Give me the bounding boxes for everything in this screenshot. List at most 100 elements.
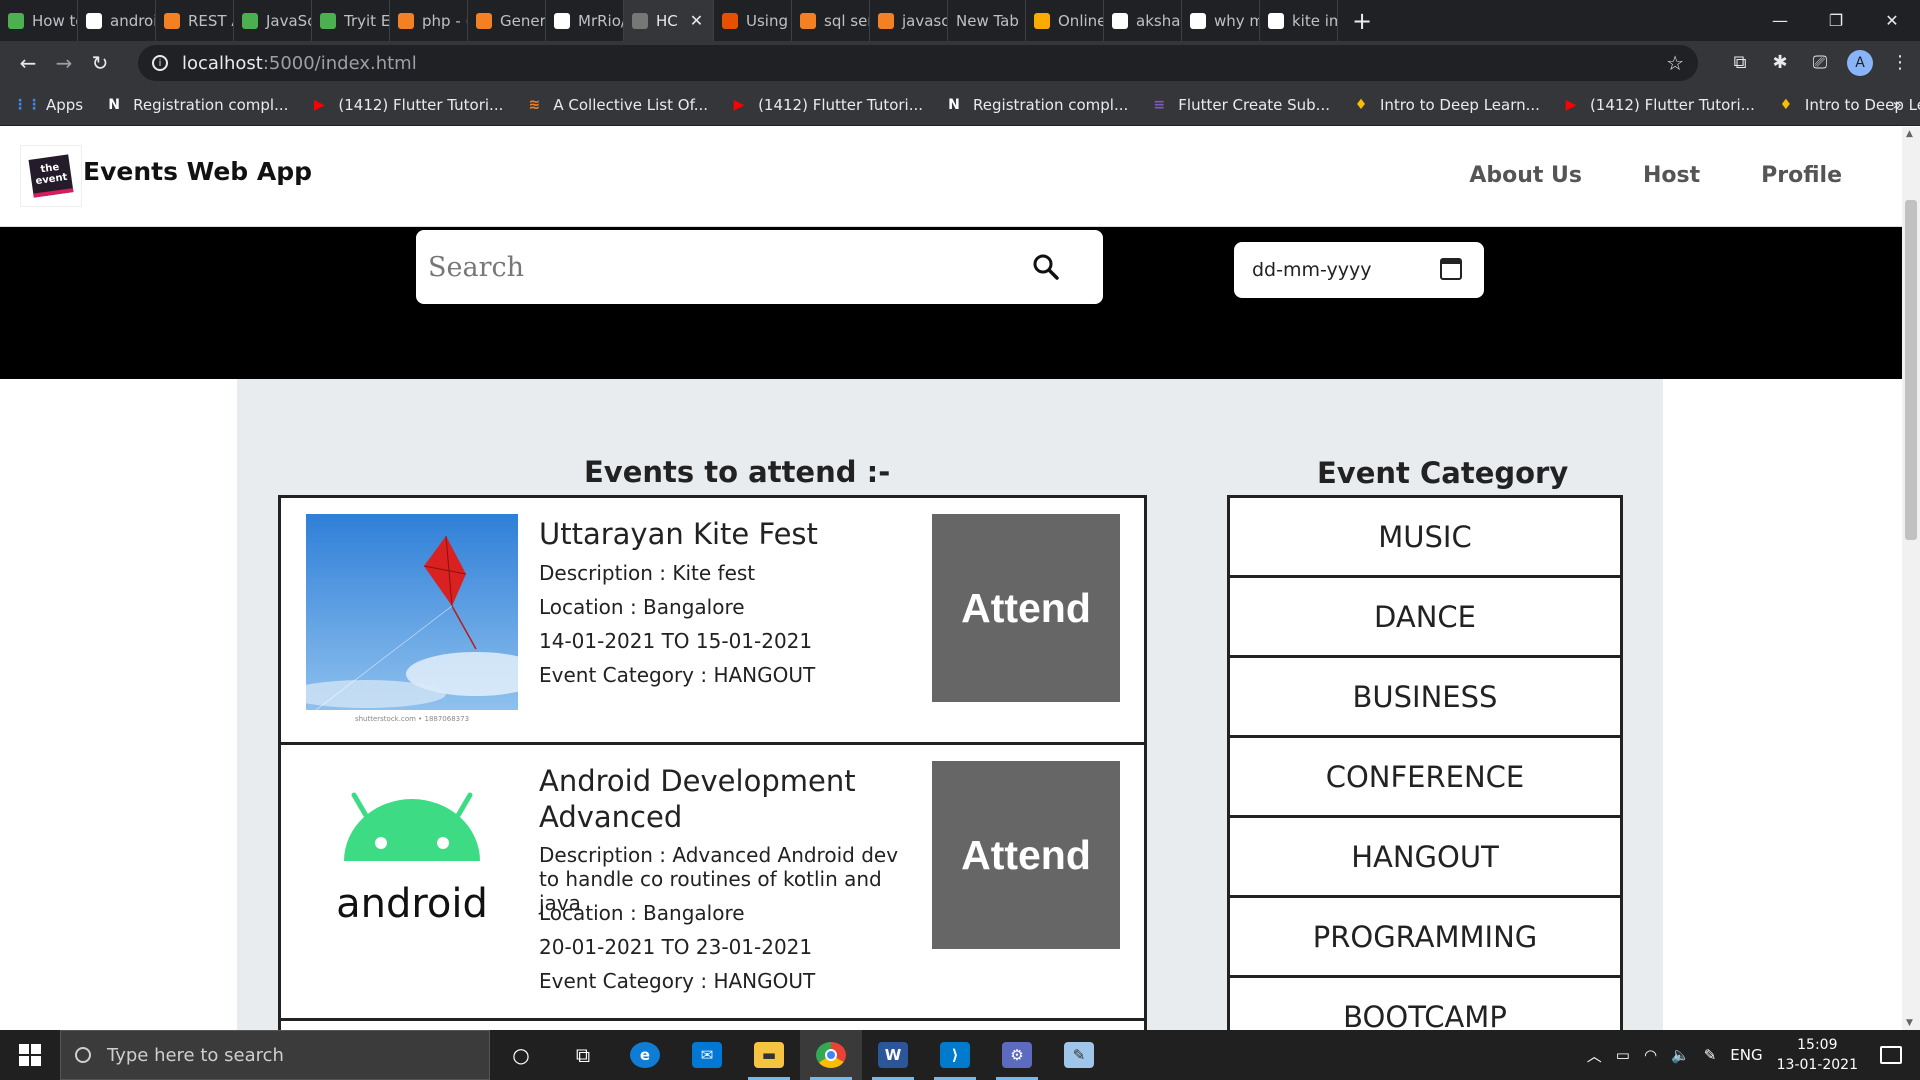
event-description: Description : Kite fest <box>539 561 756 585</box>
wifi-icon[interactable]: ◠ <box>1644 1046 1657 1064</box>
notepad-icon[interactable]: ✎ <box>1048 1030 1110 1080</box>
vscode-icon[interactable]: ⟩ <box>924 1030 986 1080</box>
battery-icon[interactable]: ▭ <box>1616 1046 1630 1064</box>
search-icon[interactable] <box>1031 252 1061 282</box>
browser-tab[interactable]: Online <box>1026 0 1104 41</box>
bookmark-item[interactable]: ▶ (1412) Flutter Tutori... <box>730 96 923 114</box>
browser-tab[interactable]: Genera <box>468 0 546 41</box>
tab-favicon-icon <box>878 12 894 29</box>
close-tab-icon[interactable]: ✕ <box>690 11 703 30</box>
category-dance[interactable]: DANCE <box>1230 578 1620 658</box>
word-icon[interactable]: W <box>862 1030 924 1080</box>
back-icon[interactable]: ← <box>10 51 46 75</box>
bookmark-item[interactable]: N Registration compl... <box>105 96 288 114</box>
tab-favicon-icon <box>632 12 648 29</box>
event-dates: 20-01-2021 TO 23-01-2021 <box>539 935 813 959</box>
event-dates: 14-01-2021 TO 15-01-2021 <box>539 629 813 653</box>
bookmark-label: Intro to Deep Learn... <box>1380 95 1540 114</box>
browser-tab[interactable]: MrRio/ <box>546 0 624 41</box>
site-logo[interactable]: the event <box>20 145 82 207</box>
taskbar-search[interactable]: Type here to search <box>60 1030 490 1080</box>
date-input[interactable]: dd-mm-yyyy <box>1234 242 1484 298</box>
category-list: MUSIC DANCE BUSINESS CONFERENCE HANGOUT … <box>1227 495 1623 1030</box>
category-business[interactable]: BUSINESS <box>1230 658 1620 738</box>
screenshot-icon[interactable]: ⧉ <box>1720 52 1760 73</box>
category-music[interactable]: MUSIC <box>1230 498 1620 578</box>
language-indicator[interactable]: ENG <box>1730 1046 1762 1064</box>
site-info-icon[interactable]: i <box>152 55 168 71</box>
new-tab-button[interactable]: + <box>1338 0 1386 41</box>
tab-favicon-icon <box>164 12 180 29</box>
close-window-icon[interactable]: ✕ <box>1864 0 1920 41</box>
browser-tab[interactable]: kite im <box>1260 0 1338 41</box>
browser-tab[interactable]: php - ( <box>390 0 468 41</box>
page-scrollbar[interactable]: ▲ ▼ <box>1902 127 1920 1030</box>
url-host: localhost <box>182 52 263 74</box>
volume-icon[interactable]: 🔈 <box>1671 1046 1690 1064</box>
bookmark-item[interactable]: ≋ A Collective List Of... <box>525 96 708 114</box>
bookmark-item[interactable]: ♦ Intro to Deep Learn... <box>1352 96 1540 114</box>
bookmark-item[interactable]: ▶ (1412) Flutter Tutori... <box>310 96 503 114</box>
brand-title[interactable]: Events Web App <box>83 157 312 186</box>
browser-tab[interactable]: Tryit Ec <box>312 0 390 41</box>
bookmark-item[interactable]: ▶ (1412) Flutter Tutori... <box>1562 96 1755 114</box>
browser-tab[interactable]: JavaSc <box>234 0 312 41</box>
restore-icon[interactable]: ❐ <box>1808 0 1864 41</box>
nav-host[interactable]: Host <box>1643 163 1700 188</box>
forward-icon[interactable]: → <box>46 51 82 75</box>
notifications-icon[interactable] <box>1880 1046 1902 1064</box>
category-conference[interactable]: CONFERENCE <box>1230 738 1620 818</box>
browser-tab[interactable]: why m <box>1182 0 1260 41</box>
cast-icon[interactable]: ⎚ <box>1800 52 1840 73</box>
category-bootcamp[interactable]: BOOTCAMP <box>1230 978 1620 1031</box>
extensions-icon[interactable]: ✱ <box>1760 52 1800 73</box>
mail-icon[interactable]: ✉ <box>676 1030 738 1080</box>
nav-profile[interactable]: Profile <box>1761 163 1842 188</box>
category-hangout[interactable]: HANGOUT <box>1230 818 1620 898</box>
browser-tab[interactable]: sql sen <box>792 0 870 41</box>
attend-button[interactable]: Attend <box>932 514 1120 702</box>
bookmark-item[interactable]: ≡ Flutter Create Sub... <box>1150 96 1330 114</box>
category-programming[interactable]: PROGRAMMING <box>1230 898 1620 978</box>
event-category: Event Category : HANGOUT <box>539 969 816 993</box>
browser-tab[interactable]: How to <box>0 0 78 41</box>
scroll-up-icon[interactable]: ▲ <box>1906 129 1913 139</box>
browser-tab[interactable]: akshay <box>1104 0 1182 41</box>
reload-icon[interactable]: ↻ <box>82 51 118 75</box>
search-hero: dd-mm-yyyy <box>0 227 1902 379</box>
scroll-down-icon[interactable]: ▼ <box>1906 1018 1913 1028</box>
menu-icon[interactable]: ⋮ <box>1880 52 1920 73</box>
search-input[interactable] <box>428 251 1008 283</box>
bookmarks-overflow-icon[interactable]: » <box>1892 95 1902 114</box>
edge-icon[interactable]: e <box>614 1030 676 1080</box>
file-explorer-icon[interactable]: ▬ <box>738 1030 800 1080</box>
browser-tab[interactable]: Using <box>714 0 792 41</box>
bookmark-star-icon[interactable]: ☆ <box>1666 51 1684 75</box>
start-button[interactable] <box>0 1030 60 1080</box>
calendar-icon[interactable] <box>1440 258 1462 280</box>
browser-tab[interactable]: javascr <box>870 0 948 41</box>
pen-icon[interactable]: ✎ <box>1704 1046 1717 1064</box>
task-view-icon[interactable]: ⧉ <box>552 1030 614 1080</box>
nav-about-us[interactable]: About Us <box>1469 163 1582 188</box>
scrollbar-thumb[interactable] <box>1905 200 1917 540</box>
event-title: Uttarayan Kite Fest <box>539 517 818 551</box>
tray-chevron-icon[interactable]: ︿ <box>1587 1045 1602 1066</box>
browser-tab[interactable]: androi <box>78 0 156 41</box>
bookmark-item[interactable]: ⋮⋮ Apps <box>13 96 83 114</box>
cortana-icon[interactable]: ○ <box>490 1030 552 1080</box>
browser-tab[interactable]: REST A <box>156 0 234 41</box>
clock[interactable]: 15:09 13-01-2021 <box>1777 1035 1858 1075</box>
chrome-icon[interactable] <box>800 1030 862 1080</box>
browser-tab[interactable]: New Tab <box>948 0 1026 41</box>
minimize-icon[interactable]: — <box>1752 0 1808 41</box>
browser-tab[interactable]: HC ✕ <box>624 0 714 41</box>
avatar[interactable]: A <box>1847 49 1873 76</box>
bookmarks-bar: ⋮⋮ Apps N Registration compl... ▶ (1412) Flut… <box>0 84 1920 126</box>
bookmark-item[interactable]: N Registration compl... <box>945 96 1128 114</box>
sql-studio-icon[interactable]: ⚙ <box>986 1030 1048 1080</box>
address-bar[interactable]: i localhost:5000/index.html ☆ <box>138 45 1698 81</box>
attend-button[interactable]: Attend <box>932 761 1120 949</box>
event-location: Location : Bangalore <box>539 901 745 925</box>
tab-label: Online <box>1058 11 1104 30</box>
